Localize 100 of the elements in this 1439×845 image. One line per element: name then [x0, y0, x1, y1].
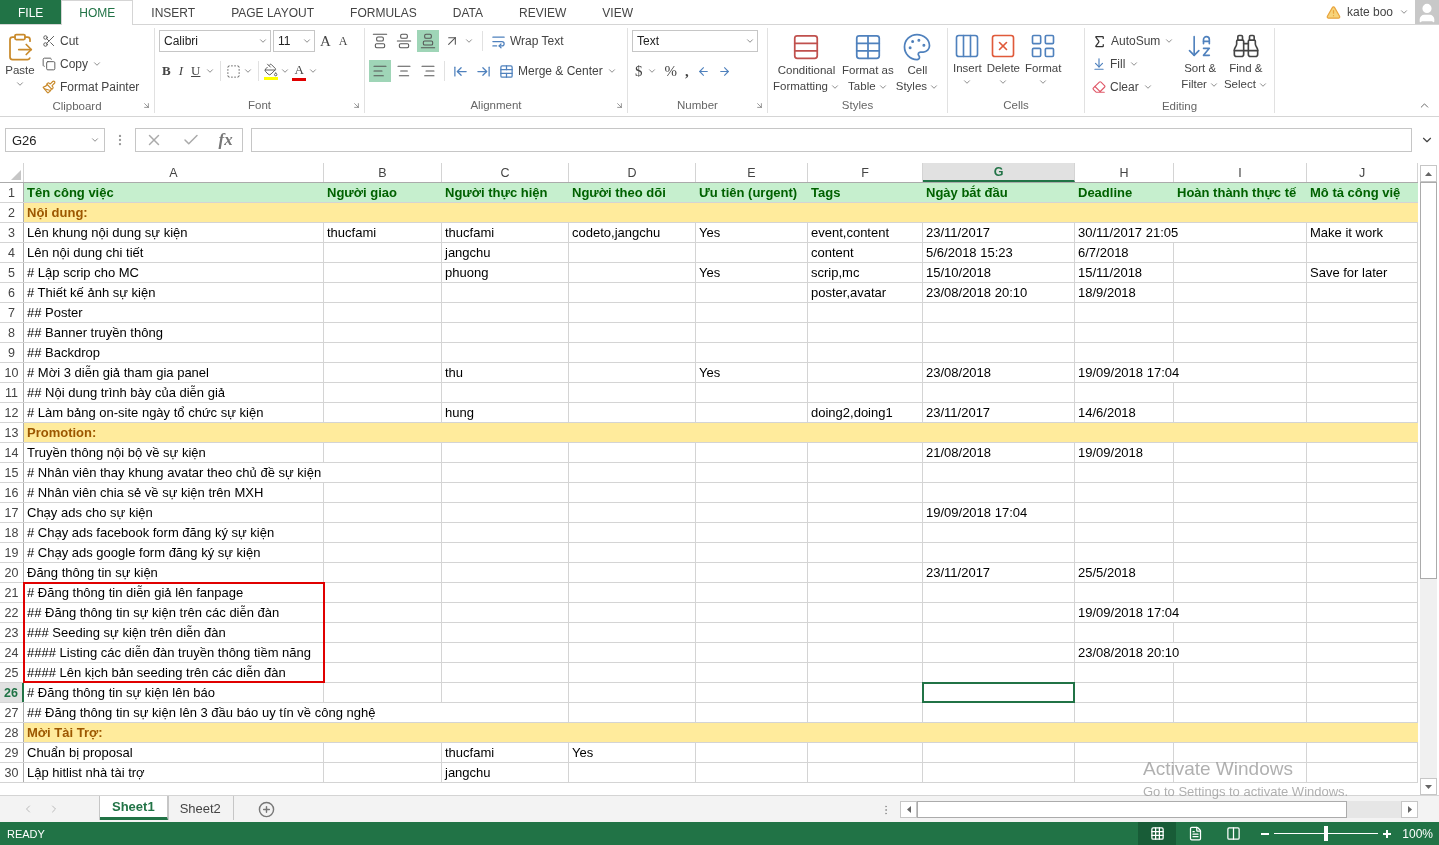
- grow-font-button[interactable]: A: [317, 30, 334, 52]
- styles-button[interactable]: Conditional Formatting: [772, 30, 841, 96]
- copy-button[interactable]: Copy: [39, 53, 143, 75]
- bold-button[interactable]: B: [159, 60, 174, 82]
- group-label: Styles: [841, 99, 874, 111]
- borders-icon: [226, 63, 242, 79]
- table-cell: Truyền thông nội bộ về sự kiện: [24, 443, 324, 462]
- styles-button[interactable]: Cell Styles: [894, 30, 941, 96]
- merge-icon: [499, 63, 514, 79]
- scroll-left-button[interactable]: [900, 800, 917, 818]
- styles-button[interactable]: Format as Table: [840, 30, 895, 96]
- cut-button[interactable]: Cut: [39, 30, 143, 52]
- cells-button[interactable]: Insert: [952, 30, 983, 89]
- zoom-in-icon[interactable]: [1382, 828, 1393, 839]
- table-cell: ## Banner truyền thông: [24, 323, 324, 342]
- scrollbar-thumb[interactable]: [917, 800, 1347, 818]
- view-button[interactable]: [1138, 822, 1177, 845]
- align-center-icon: [396, 63, 412, 79]
- table-cell: Yes: [569, 743, 696, 762]
- table-cell: Yes: [696, 363, 808, 382]
- page-break-icon: [1225, 826, 1241, 841]
- font-color-button[interactable]: A: [292, 61, 306, 81]
- caret-icon: [307, 66, 318, 76]
- table-cell: scrip,mc: [808, 263, 923, 282]
- table-cell: Lên nội dung chi tiết: [24, 243, 324, 262]
- clear-button[interactable]: Clear: [1089, 76, 1178, 98]
- italic-button[interactable]: I: [175, 60, 186, 82]
- cells-button[interactable]: Format: [1024, 30, 1063, 89]
- zoom-thumb[interactable]: [1324, 826, 1329, 841]
- table-cell: # Đăng thông tin diễn giả lên fanpage: [24, 583, 324, 602]
- caret-icon: [998, 77, 1009, 87]
- row-number[interactable]: 28: [0, 723, 24, 742]
- scissors-icon: [42, 34, 56, 48]
- table-cell: Lập hitlist nhà tài trợ: [24, 763, 324, 782]
- column-title: Deadline: [1077, 184, 1134, 202]
- wrap-text-button[interactable]: Wrap Text: [488, 30, 567, 52]
- table-cell: 23/08/2018 20:10: [1075, 643, 1307, 662]
- table-cell: ## Đăng thông tin sự kiện lên 3 đầu báo uy tín về công nghệ: [24, 703, 569, 722]
- column-title: Người theo dõi: [571, 184, 667, 202]
- caret-icon: [258, 36, 268, 46]
- underline-button[interactable]: U: [188, 60, 204, 82]
- row-number[interactable]: 26: [0, 683, 24, 702]
- horizontal-align-button[interactable]: [369, 60, 391, 82]
- column-header[interactable]: G: [923, 163, 1075, 182]
- fill-button[interactable]: Fill: [1089, 53, 1178, 75]
- right-arrow-icon: [1407, 805, 1412, 813]
- scroll-right-button[interactable]: [1401, 800, 1418, 818]
- autosum-button[interactable]: AutoSum: [1089, 30, 1178, 52]
- sheet-tab[interactable]: Sheet1: [100, 796, 168, 820]
- merge-center-button[interactable]: Merge & Center: [496, 60, 620, 82]
- column-title: Ngày bắt đầu: [925, 184, 1009, 202]
- selected-cell[interactable]: [922, 682, 1075, 703]
- table-cell: # Đăng thông tin sự kiện lên báo: [24, 683, 324, 702]
- insert-function-button[interactable]: fx: [218, 130, 233, 150]
- user-name: kate boo: [1346, 5, 1393, 19]
- table-cell: doing2,doing1: [808, 403, 923, 422]
- table-cell: # Mời 3 diễn giả tham gia panel: [24, 363, 324, 382]
- caret-icon: [646, 66, 657, 76]
- row-number[interactable]: 2: [0, 203, 24, 222]
- table-cell: 30/11/2017 21:05: [1075, 223, 1307, 242]
- group-label: Font: [248, 99, 271, 111]
- shrink-font-button[interactable]: A: [335, 30, 351, 52]
- find-select-button[interactable]: Find & Select: [1222, 30, 1269, 94]
- table-cell: ## Đăng thông tin sự kiện trên các diễn đàn: [24, 603, 442, 622]
- scroll-up-button[interactable]: [1420, 165, 1437, 182]
- section-title: Nội dung:: [26, 204, 89, 222]
- format-painter-button[interactable]: Format Painter: [39, 76, 143, 98]
- percent-button[interactable]: %: [661, 60, 680, 82]
- comma-button[interactable]: ,: [682, 60, 692, 82]
- vertical-align-button[interactable]: [417, 30, 439, 52]
- file-tab[interactable]: FILE: [0, 0, 62, 24]
- table-cell: # Lập scrip cho MC: [24, 263, 324, 282]
- table-cell: #### Lên kịch bản seeding trên các diễn đàn: [24, 663, 442, 682]
- table-cell: codeto,jangchu: [569, 223, 696, 242]
- name-box[interactable]: G26: [5, 128, 105, 152]
- number-format-field[interactable]: Text: [632, 30, 758, 52]
- sort-filter-button[interactable]: Sort & Filter: [1180, 30, 1220, 94]
- table-cell: 19/09/2018 17:04: [1075, 363, 1307, 382]
- scrollbar-thumb[interactable]: [1420, 182, 1437, 579]
- row-number[interactable]: 1: [0, 183, 24, 202]
- table-cell: 19/09/2018: [1075, 443, 1174, 462]
- left-arrow-icon: [906, 805, 911, 813]
- ribbon-tab[interactable]: HOME: [61, 0, 134, 25]
- scroll-down-button[interactable]: [1420, 778, 1437, 795]
- cells-button[interactable]: Delete: [985, 30, 1021, 89]
- group-label: Number: [677, 99, 718, 111]
- paste-button[interactable]: Paste: [4, 30, 36, 91]
- align-bottom-icon: [420, 33, 436, 49]
- currency-button[interactable]: $: [632, 60, 660, 82]
- caret-icon: [1399, 7, 1409, 17]
- caret-icon: [1129, 59, 1140, 69]
- fill-down-icon: [1092, 57, 1106, 71]
- font-name-field[interactable]: Calibri: [159, 30, 271, 52]
- section-title: Promotion:: [26, 424, 98, 442]
- row-number[interactable]: 13: [0, 423, 24, 442]
- font-size-field[interactable]: 11: [273, 30, 315, 52]
- sheet-tab[interactable]: Sheet2: [167, 796, 234, 820]
- table-cell: Đăng thông tin sự kiện: [24, 563, 324, 582]
- table-cell: 15/10/2018: [923, 263, 1075, 282]
- formula-field[interactable]: [251, 128, 1412, 152]
